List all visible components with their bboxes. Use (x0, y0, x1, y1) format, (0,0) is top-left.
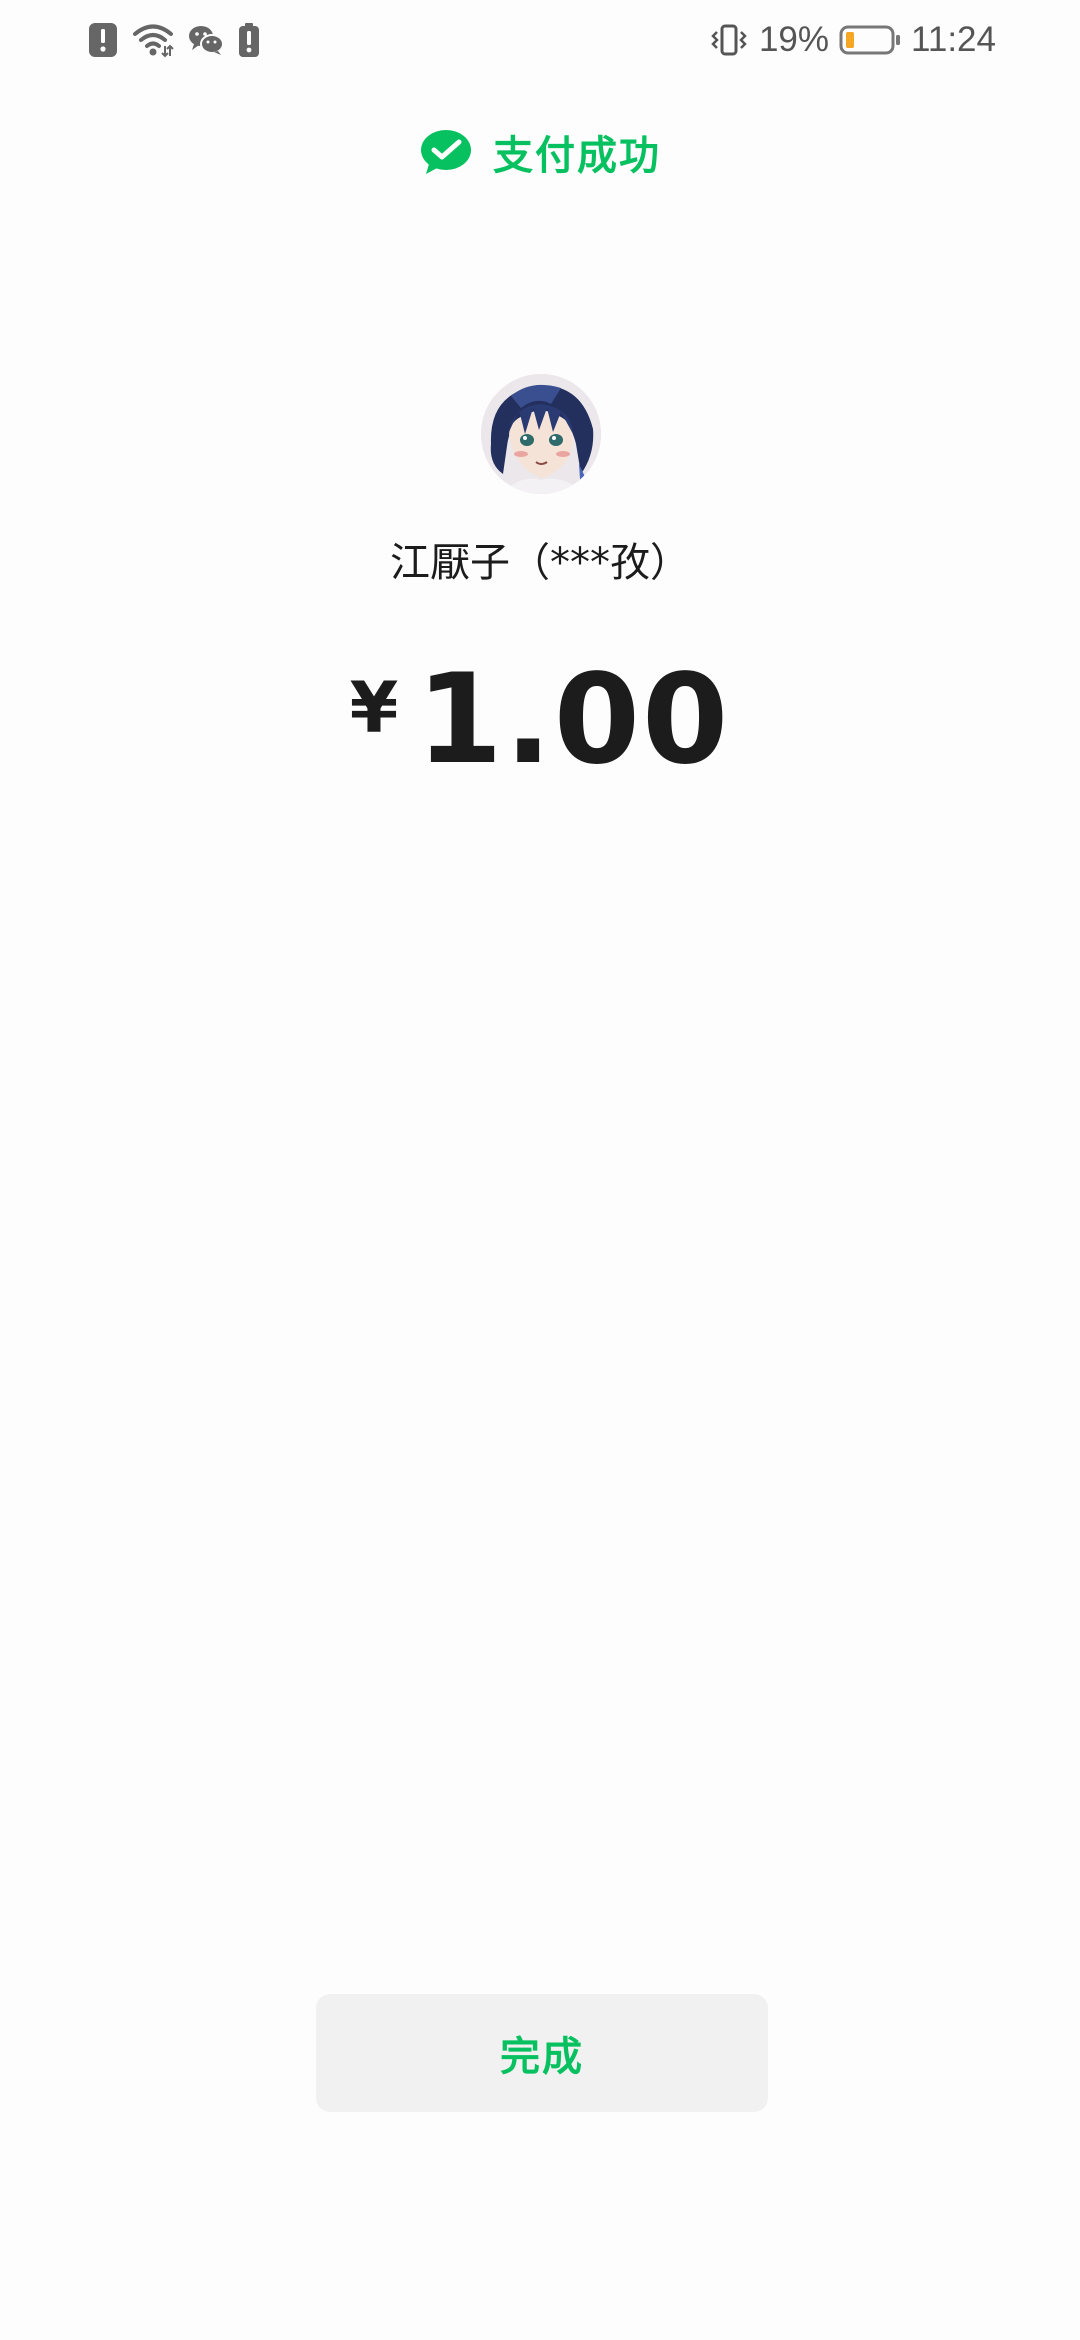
battery-alert-icon (238, 22, 260, 58)
page-title: 支付成功 (493, 133, 661, 179)
clock: 11:24 (911, 20, 996, 59)
alert-icon (88, 22, 118, 58)
vibrate-icon (709, 23, 749, 57)
payment-success-header: 支付成功 (0, 120, 1080, 184)
wifi-icon (132, 22, 174, 58)
wechat-pay-check-icon (419, 128, 473, 176)
battery-percent: 19% (758, 20, 829, 59)
done-button[interactable]: 完成 (316, 1994, 768, 2112)
payee-name: 江厭子（***孜） (390, 540, 690, 586)
payment-amount: ¥ 1.00 (0, 648, 1080, 792)
done-button-label: 完成 (500, 2035, 584, 2079)
status-bar-right: 19% 11:24 (709, 18, 996, 62)
battery-icon (839, 24, 901, 56)
status-bar-left (88, 20, 260, 60)
amount-value: 1.00 (416, 648, 731, 792)
status-bar: 19% 11:24 (0, 0, 1080, 80)
currency-symbol: ¥ (349, 667, 399, 749)
avatar (481, 374, 601, 494)
wechat-notification-icon (188, 24, 224, 56)
